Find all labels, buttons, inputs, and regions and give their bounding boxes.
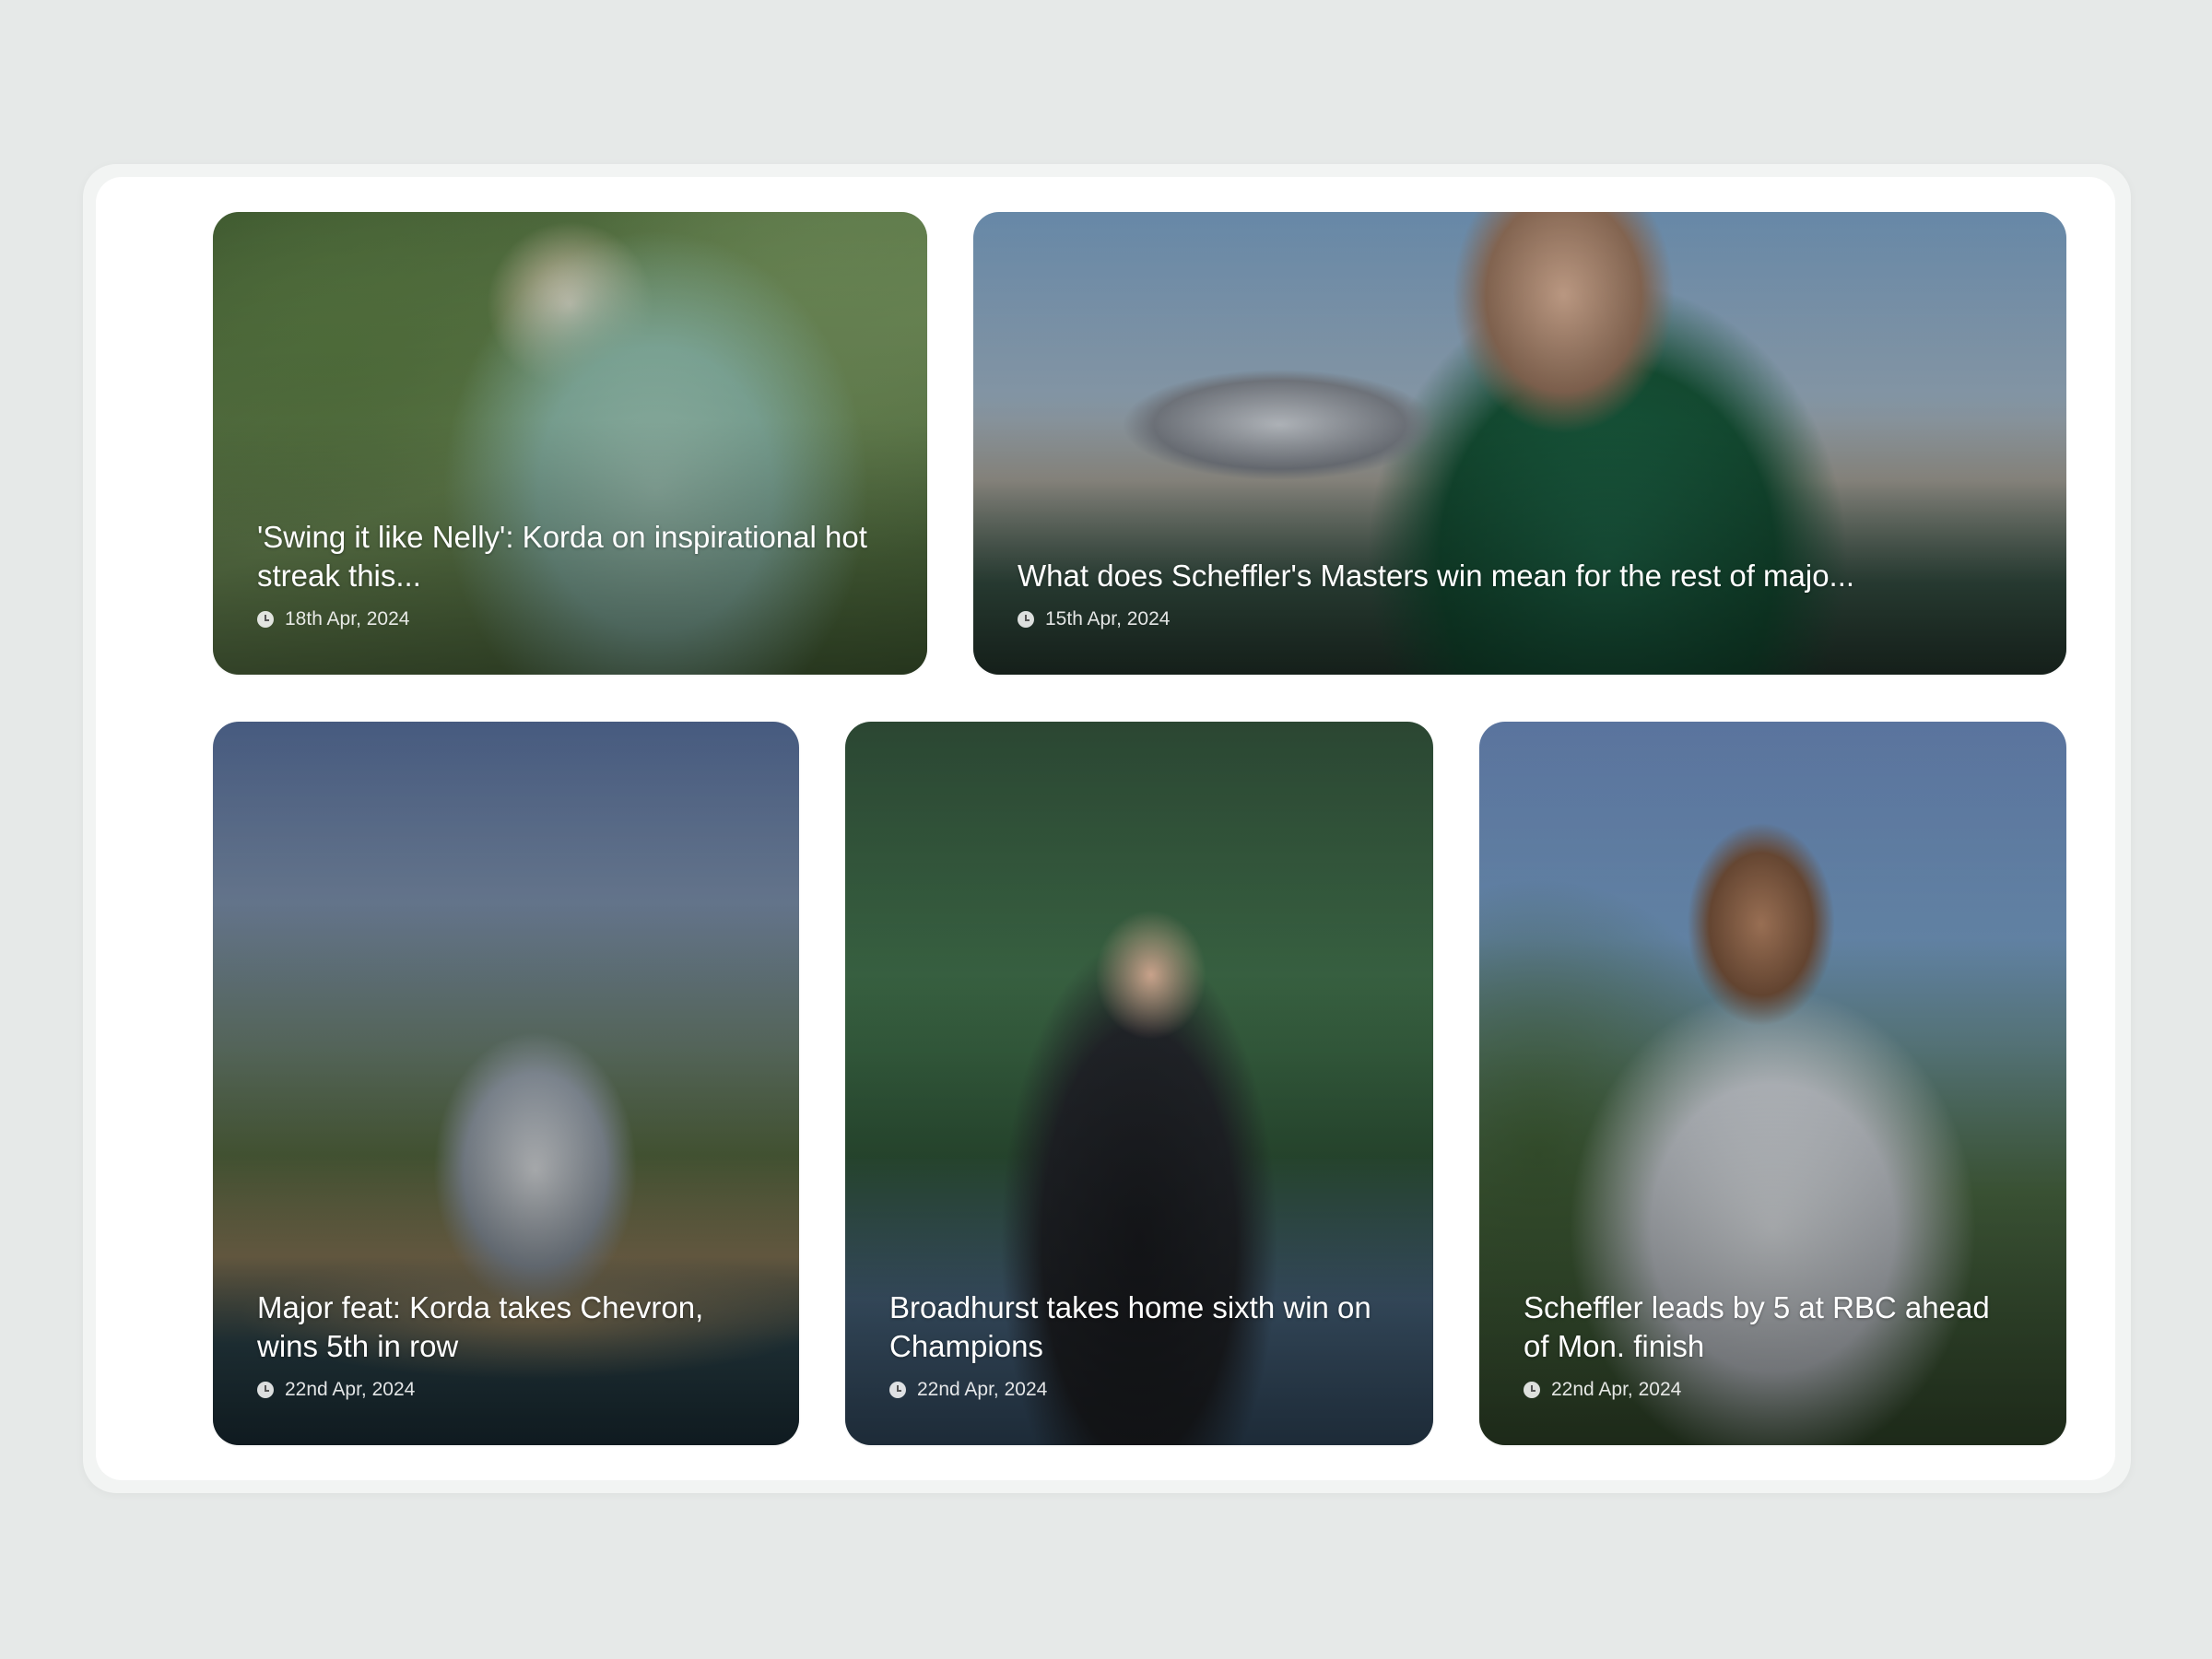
article-meta: 22nd Apr, 2024 <box>257 1379 755 1401</box>
clock-icon <box>889 1382 906 1398</box>
article-date: 22nd Apr, 2024 <box>285 1379 416 1400</box>
clock-icon <box>1018 611 1034 628</box>
article-card[interactable]: What does Scheffler's Masters win mean f… <box>973 212 2066 675</box>
article-date: 22nd Apr, 2024 <box>917 1379 1048 1400</box>
article-date: 18th Apr, 2024 <box>285 608 410 629</box>
article-date: 15th Apr, 2024 <box>1045 608 1171 629</box>
article-card[interactable]: Major feat: Korda takes Chevron, wins 5t… <box>213 722 799 1445</box>
article-caption: What does Scheffler's Masters win mean f… <box>1018 557 2022 630</box>
article-card[interactable]: Scheffler leads by 5 at RBC ahead of Mon… <box>1479 722 2066 1445</box>
article-meta: 22nd Apr, 2024 <box>889 1379 1389 1401</box>
clock-icon <box>257 611 274 628</box>
article-date: 22nd Apr, 2024 <box>1551 1379 1682 1400</box>
article-caption: Broadhurst takes home sixth win on Champ… <box>889 1288 1389 1401</box>
clock-icon <box>1524 1382 1540 1398</box>
article-title[interactable]: 'Swing it like Nelly': Korda on inspirat… <box>257 518 883 595</box>
article-caption: 'Swing it like Nelly': Korda on inspirat… <box>257 518 883 630</box>
article-caption: Major feat: Korda takes Chevron, wins 5t… <box>257 1288 755 1401</box>
article-title[interactable]: Major feat: Korda takes Chevron, wins 5t… <box>257 1288 755 1366</box>
article-card[interactable]: Broadhurst takes home sixth win on Champ… <box>845 722 1433 1445</box>
article-meta: 15th Apr, 2024 <box>1018 608 2022 630</box>
article-meta: 22nd Apr, 2024 <box>1524 1379 2022 1401</box>
article-caption: Scheffler leads by 5 at RBC ahead of Mon… <box>1524 1288 2022 1401</box>
clock-icon <box>257 1382 274 1398</box>
article-title[interactable]: Scheffler leads by 5 at RBC ahead of Mon… <box>1524 1288 2022 1366</box>
article-title[interactable]: Broadhurst takes home sixth win on Champ… <box>889 1288 1389 1366</box>
article-card[interactable]: 'Swing it like Nelly': Korda on inspirat… <box>213 212 927 675</box>
article-meta: 18th Apr, 2024 <box>257 608 883 630</box>
article-title[interactable]: What does Scheffler's Masters win mean f… <box>1018 557 2022 595</box>
